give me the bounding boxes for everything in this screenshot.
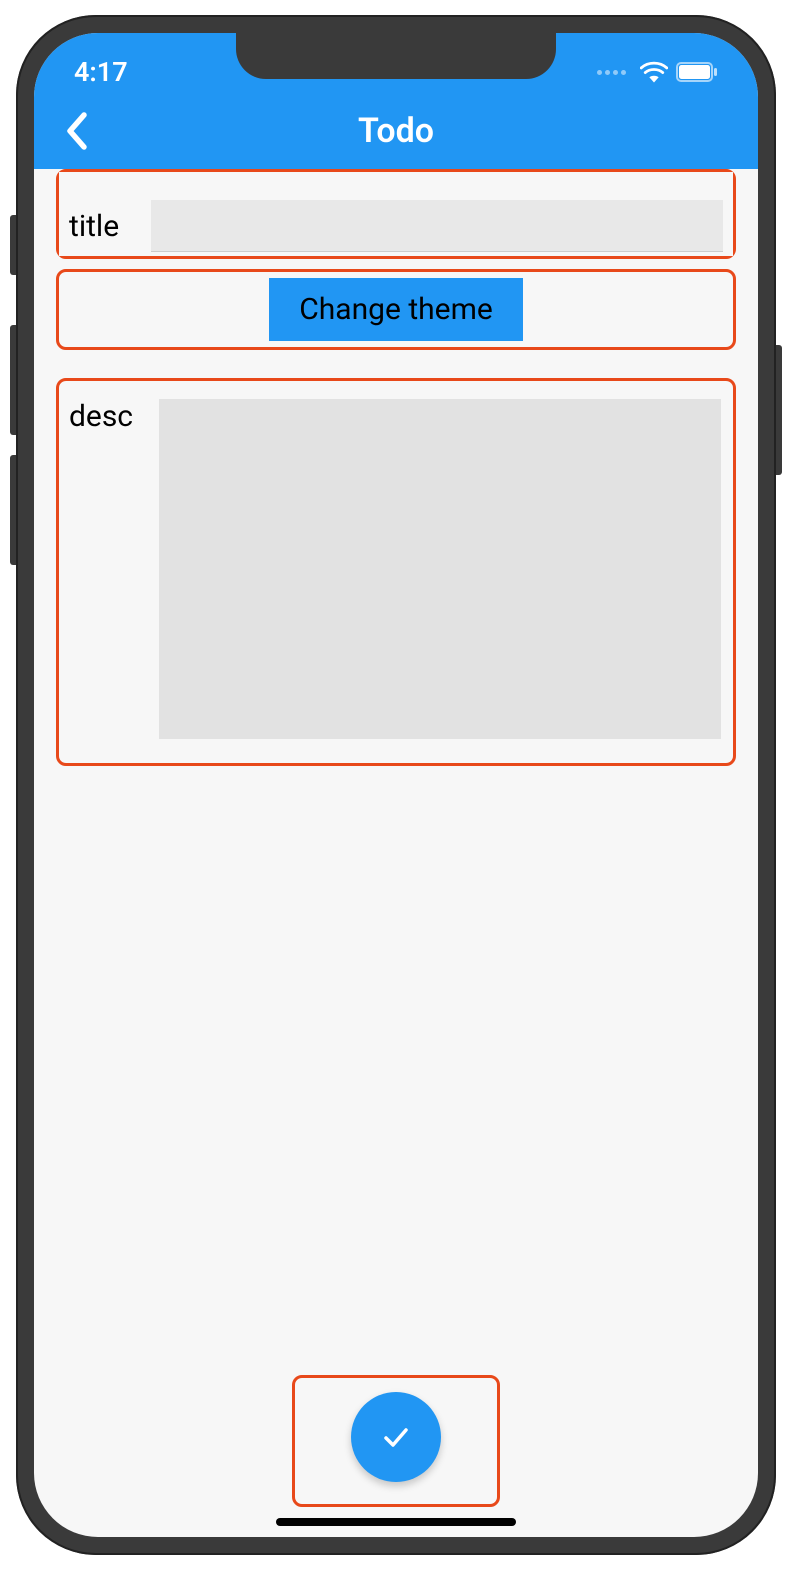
change-theme-button[interactable]: Change theme (269, 278, 523, 341)
chevron-left-icon (64, 111, 88, 151)
description-input[interactable] (159, 399, 721, 739)
back-button[interactable] (54, 109, 98, 153)
screen: 4:17 (34, 33, 758, 1537)
description-section: desc (56, 378, 736, 766)
submit-section (292, 1375, 500, 1507)
status-time: 4:17 (74, 56, 128, 88)
content-area: title Change theme desc (34, 169, 758, 1537)
theme-section: Change theme (56, 269, 736, 350)
check-icon (378, 1419, 414, 1455)
nav-bar: Todo (34, 93, 758, 169)
battery-icon (676, 62, 718, 82)
status-icons (597, 61, 718, 83)
page-title: Todo (358, 111, 434, 151)
home-indicator[interactable] (276, 1518, 516, 1526)
wifi-icon (640, 61, 668, 83)
title-section: title (56, 169, 736, 259)
device-frame: 4:17 (16, 15, 776, 1555)
description-label: desc (69, 399, 139, 434)
submit-button[interactable] (351, 1392, 441, 1482)
device-notch (236, 33, 556, 79)
title-input[interactable] (151, 200, 723, 252)
title-label: title (69, 209, 139, 244)
cellular-dots-icon (597, 70, 626, 75)
device-power-button (776, 345, 782, 475)
